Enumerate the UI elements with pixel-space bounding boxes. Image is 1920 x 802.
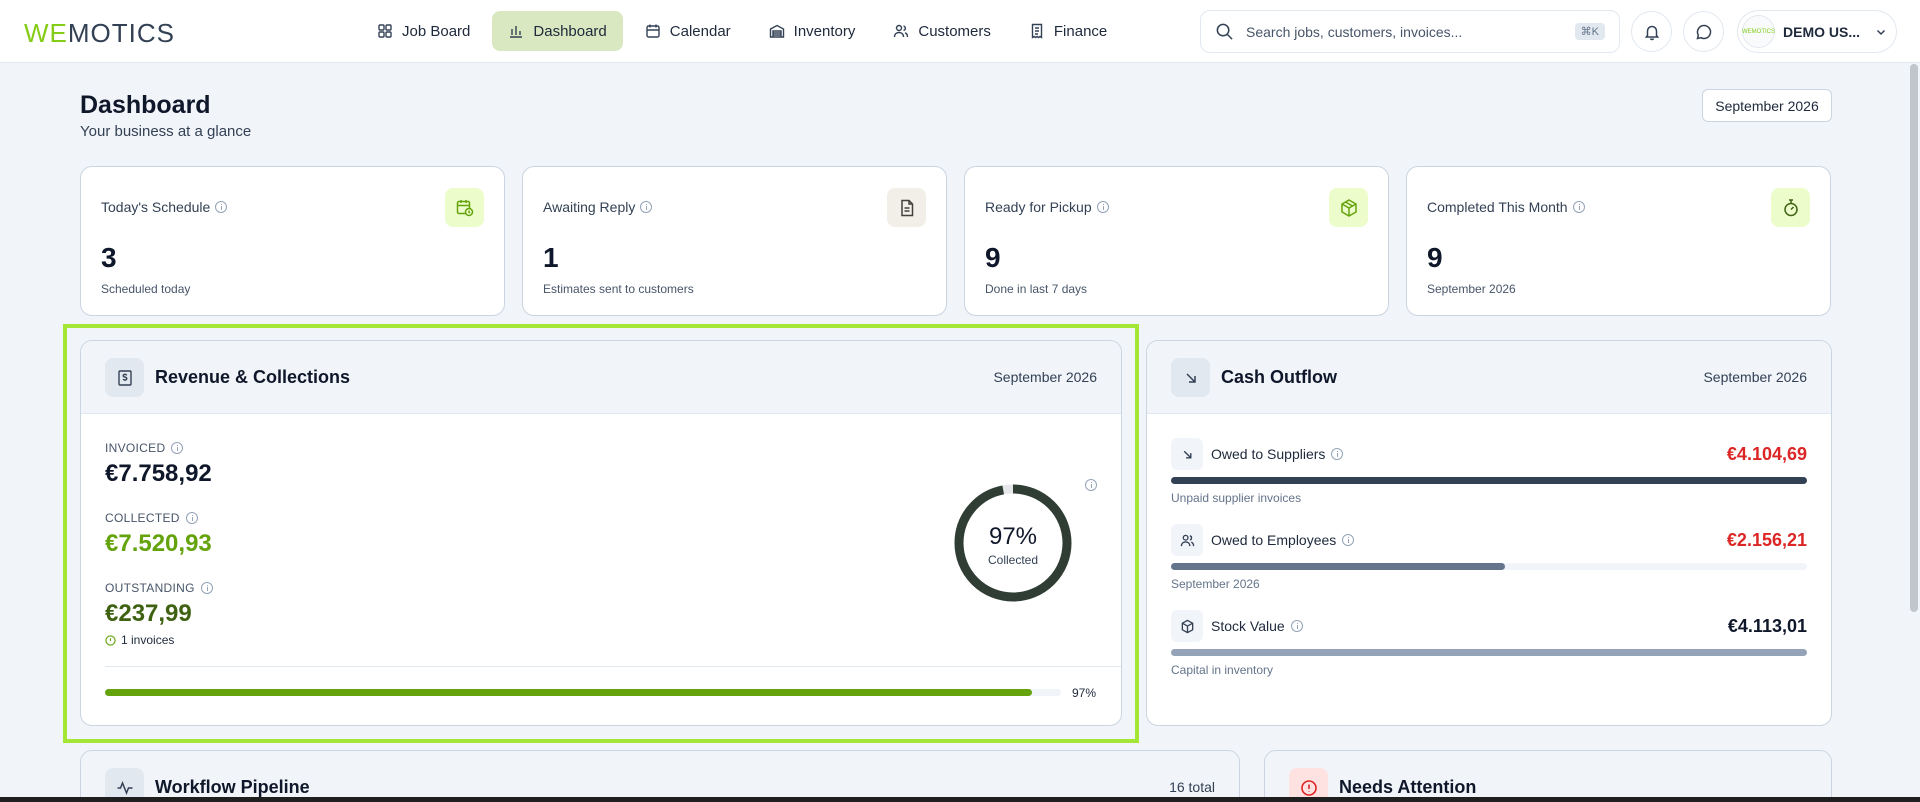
arrow-down-right-icon	[1171, 358, 1210, 397]
info-icon[interactable]	[215, 201, 228, 213]
notifications-button[interactable]	[1631, 11, 1672, 52]
outflow-amount: €4.113,01	[1727, 616, 1807, 636]
outflow-label: Owed to Suppliers	[1211, 446, 1344, 462]
avatar: WEMOTICS	[1742, 15, 1775, 48]
search-placeholder: Search jobs, customers, invoices...	[1246, 23, 1463, 40]
needs-attention-card: Needs Attention	[1264, 750, 1832, 802]
info-icon[interactable]	[1096, 201, 1109, 213]
cash-outflow-card: Cash Outflow September 2026 Owed to Supp…	[1146, 340, 1832, 726]
nav-label: Calendar	[669, 22, 731, 40]
stat-label: Ready for Pickup	[985, 199, 1109, 215]
users-icon	[1171, 524, 1203, 556]
nav-label: Dashboard	[533, 22, 607, 40]
card-header: Workflow Pipeline 16 total	[81, 751, 1239, 802]
stat-subtext: Estimates sent to customers	[543, 282, 694, 296]
receipt-icon	[1031, 23, 1043, 39]
top-nav-bar: WEMOTICS Job Board Dashboard Calendar In…	[0, 0, 1920, 63]
page-subtitle: Your business at a glance	[80, 123, 252, 140]
outflow-label: Owed to Employees	[1211, 532, 1355, 548]
document-icon	[887, 188, 926, 227]
card-header: Cash Outflow September 2026	[1147, 341, 1831, 414]
card-title: Needs Attention	[1339, 777, 1477, 797]
stat-subtext: September 2026	[1427, 282, 1516, 296]
outflow-bar	[1171, 649, 1807, 656]
arrow-down-right-icon	[1171, 438, 1203, 470]
outflow-bar-fill	[1171, 649, 1807, 656]
bell-icon	[1644, 25, 1659, 40]
app-logo[interactable]: WEMOTICS	[24, 18, 175, 49]
stat-card-todays-schedule[interactable]: Today's Schedule 3 Scheduled today	[80, 166, 505, 316]
user-menu[interactable]: WEMOTICS DEMO US...	[1737, 10, 1897, 53]
pipeline-total: 16 total	[1169, 779, 1215, 795]
info-icon[interactable]	[1331, 448, 1344, 460]
outflow-bar	[1171, 563, 1807, 570]
box-icon	[1171, 610, 1203, 642]
stat-card-completed-this-month[interactable]: Completed This Month 9 September 2026	[1406, 166, 1831, 316]
page-title: Dashboard	[80, 91, 211, 119]
messages-button[interactable]	[1683, 11, 1724, 52]
nav-item-inventory[interactable]: Inventory	[753, 11, 872, 51]
nav-label: Inventory	[793, 22, 856, 40]
stat-value: 9	[1427, 242, 1443, 273]
outflow-bar-fill	[1171, 563, 1505, 570]
nav-item-customers[interactable]: Customers	[877, 11, 1007, 51]
outflow-bar-fill	[1171, 477, 1807, 484]
main-nav: Job Board Dashboard Calendar Inventory C…	[361, 11, 1123, 51]
page-scrollbar[interactable]	[1910, 64, 1918, 612]
stat-label: Awaiting Reply	[543, 199, 653, 215]
stat-card-awaiting-reply[interactable]: Awaiting Reply 1 Estimates sent to custo…	[522, 166, 947, 316]
outflow-amount: €2.156,21	[1726, 530, 1807, 550]
search-shortcut: ⌘K	[1574, 23, 1605, 40]
calendar-icon	[646, 24, 660, 38]
info-icon[interactable]	[1290, 620, 1303, 632]
timer-icon	[1771, 188, 1810, 227]
info-icon[interactable]	[1572, 201, 1585, 213]
bar-chart-icon	[510, 26, 523, 38]
chat-bubble-icon	[1695, 24, 1711, 40]
outflow-subtext: September 2026	[1171, 577, 1260, 591]
calendar-clock-icon	[445, 188, 484, 227]
card-title: Workflow Pipeline	[155, 777, 310, 797]
nav-item-finance[interactable]: Finance	[1013, 11, 1123, 51]
users-icon	[894, 24, 909, 38]
outflow-amount: €4.104,69	[1726, 444, 1807, 464]
stat-label: Completed This Month	[1427, 199, 1585, 215]
outflow-bar	[1171, 477, 1807, 484]
search-icon	[1216, 23, 1233, 40]
outflow-label: Stock Value	[1211, 618, 1303, 634]
stat-value: 9	[985, 242, 1001, 273]
window-bottom-edge	[0, 797, 1920, 802]
nav-item-job-board[interactable]: Job Board	[361, 11, 486, 51]
nav-item-dashboard[interactable]: Dashboard	[492, 11, 623, 51]
card-header: Needs Attention	[1265, 751, 1831, 802]
card-title: Cash Outflow	[1221, 367, 1337, 387]
stat-subtext: Done in last 7 days	[985, 282, 1088, 296]
info-icon[interactable]	[1342, 534, 1355, 546]
nav-label: Finance	[1053, 22, 1108, 40]
card-period: September 2026	[1703, 369, 1807, 385]
outflow-subtext: Unpaid supplier invoices	[1171, 491, 1302, 505]
selection-highlight	[63, 324, 1139, 743]
nav-item-calendar[interactable]: Calendar	[629, 11, 747, 51]
nav-label: Customers	[918, 22, 991, 40]
outflow-subtext: Capital in inventory	[1171, 663, 1274, 677]
warehouse-icon	[769, 24, 784, 38]
info-icon[interactable]	[640, 201, 653, 213]
global-search[interactable]: Search jobs, customers, invoices... ⌘K	[1200, 10, 1620, 53]
grid-icon	[378, 24, 392, 38]
chevron-down-icon	[1876, 29, 1886, 35]
user-name: DEMO US...	[1783, 23, 1861, 40]
stat-value: 1	[543, 242, 559, 273]
stat-value: 3	[101, 242, 117, 273]
package-icon	[1329, 188, 1368, 227]
nav-label: Job Board	[402, 22, 471, 40]
stat-label: Today's Schedule	[101, 199, 228, 215]
month-selector[interactable]: September 2026	[1702, 89, 1832, 122]
workflow-pipeline-card: Workflow Pipeline 16 total	[80, 750, 1240, 802]
stat-card-ready-for-pickup[interactable]: Ready for Pickup 9 Done in last 7 days	[964, 166, 1389, 316]
stat-subtext: Scheduled today	[101, 282, 191, 296]
